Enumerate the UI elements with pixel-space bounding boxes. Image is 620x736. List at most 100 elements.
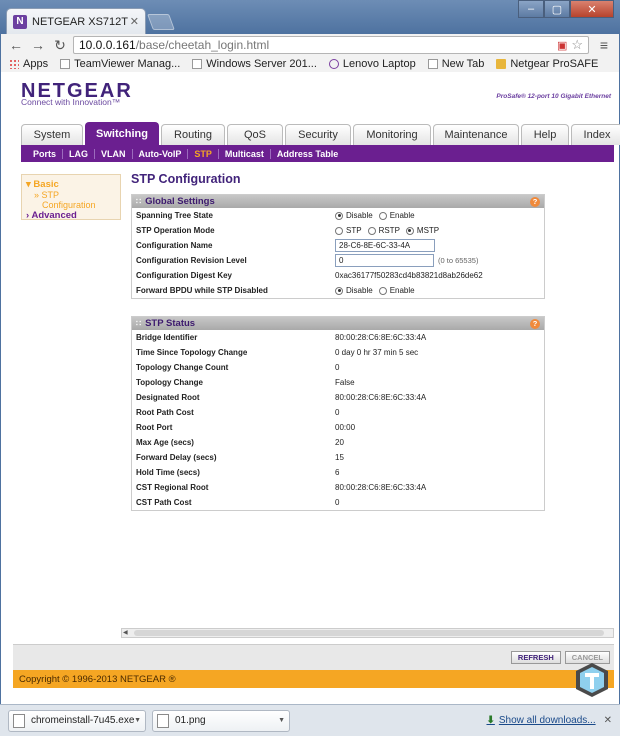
digest-key-value: 0xac36177f50283cd4b83821d8ab26de62 — [335, 271, 483, 280]
refresh-button[interactable]: REFRESH — [510, 651, 561, 664]
tab-maintenance[interactable]: Maintenance — [433, 124, 519, 145]
downloads-shelf: chromeinstall-7u45.exe ▼ 01.png ▼ ⬇ Show… — [0, 704, 620, 736]
url-host: 10.0.0.161 — [79, 38, 136, 52]
chrome-menu-icon[interactable]: ≡ — [595, 37, 613, 53]
document-icon — [60, 59, 71, 69]
status-row: Designated Root 80:00:28:C6:8E:6C:33:4A — [136, 393, 427, 402]
window-controls: – ▢ ✕ — [518, 0, 614, 18]
subnav-multicast[interactable]: Multicast — [219, 148, 271, 159]
status-row: CST Regional Root 80:00:28:C6:8E:6C:33:4A — [136, 483, 427, 492]
bookmark-netgear-prosafe[interactable]: Netgear ProSAFE — [496, 58, 598, 70]
reload-button[interactable]: ↻ — [51, 37, 69, 54]
tab-help[interactable]: Help — [521, 124, 569, 145]
config-name-row: Configuration Name 28-C6-8E-6C-33-4A — [132, 238, 544, 253]
status-row: Forward Delay (secs) 15 — [136, 453, 344, 462]
mode-mstp-radio[interactable] — [405, 226, 414, 235]
forward-bpdu-row: Forward BPDU while STP Disabled Disable … — [136, 286, 415, 295]
scroll-left-icon[interactable]: ◀ — [123, 629, 128, 636]
bookmark-teamviewer[interactable]: TeamViewer Manag... — [60, 58, 180, 70]
mode-stp-radio[interactable] — [335, 226, 343, 235]
bpdu-enable-radio[interactable] — [378, 286, 387, 295]
tab-qos[interactable]: QoS — [227, 124, 283, 145]
global-settings-header: ∷ Global Settings ? — [132, 195, 544, 208]
peace-icon — [328, 59, 339, 69]
tab-title: NETGEAR XS712T — [32, 15, 128, 28]
folder-icon — [496, 59, 507, 69]
document-icon — [427, 59, 438, 69]
forward-button[interactable]: → — [29, 37, 47, 53]
sub-navigation: Ports LAG VLAN Auto-VoIP STP Multicast A… — [21, 145, 614, 162]
action-bar: REFRESH CANCEL — [13, 644, 614, 670]
apps-icon — [9, 59, 19, 69]
status-row: Max Age (secs) 20 — [136, 438, 344, 447]
sidebar-item-basic[interactable]: ▾ Basic — [22, 179, 120, 190]
tab-routing[interactable]: Routing — [161, 124, 225, 145]
help-icon[interactable]: ? — [530, 318, 540, 329]
tab-index[interactable]: Index — [571, 124, 620, 145]
bookmark-apps[interactable]: Apps — [9, 58, 48, 70]
download-item[interactable]: chromeinstall-7u45.exe ▼ — [8, 709, 146, 732]
status-row: CST Path Cost 0 — [136, 498, 340, 507]
bpdu-disable-radio[interactable] — [335, 286, 343, 295]
config-revision-input[interactable]: 0 — [335, 254, 434, 267]
close-downloads-icon[interactable]: ✕ — [604, 715, 612, 726]
file-icon — [13, 713, 25, 728]
new-tab-button[interactable] — [147, 14, 175, 30]
tab-system[interactable]: System — [21, 124, 83, 145]
page-title: STP Configuration — [131, 172, 241, 186]
status-row: Root Path Cost 0 — [136, 408, 340, 417]
horizontal-scrollbar[interactable]: ◀ — [121, 628, 614, 638]
image-file-icon — [157, 713, 169, 728]
chevron-down-icon[interactable]: ▼ — [278, 717, 285, 724]
spanning-tree-disable-radio[interactable] — [335, 211, 343, 220]
tab-switching[interactable]: Switching — [85, 122, 159, 145]
spanning-tree-enable-radio[interactable] — [378, 211, 387, 220]
revision-hint: (0 to 65535) — [438, 256, 479, 265]
netgear-favicon-icon: N — [13, 14, 27, 29]
subnav-auto-voip[interactable]: Auto-VoIP — [133, 148, 189, 159]
sidebar-item-configuration[interactable]: Configuration — [22, 200, 120, 210]
address-bar[interactable]: 10.0.0.161/base/cheetah_login.html ▣ ☆ — [73, 36, 589, 54]
maximize-button[interactable]: ▢ — [544, 0, 570, 18]
tab-monitoring[interactable]: Monitoring — [353, 124, 431, 145]
grip-icon: ∷ — [136, 197, 142, 206]
tab-security[interactable]: Security — [285, 124, 351, 145]
subnav-stp[interactable]: STP — [188, 148, 219, 159]
sidebar-item-advanced[interactable]: › Advanced — [22, 210, 120, 221]
chevron-down-icon[interactable]: ▼ — [134, 717, 141, 724]
bookmark-star-icon[interactable]: ☆ — [571, 37, 583, 53]
status-row: Topology Change Count 0 — [136, 363, 340, 372]
subnav-vlan[interactable]: VLAN — [95, 148, 133, 159]
browser-title-bar: N NETGEAR XS712T ✕ – ▢ ✕ — [0, 0, 620, 34]
subnav-lag[interactable]: LAG — [63, 148, 96, 159]
download-item[interactable]: 01.png ▼ — [152, 709, 290, 732]
bookmarks-bar: Apps TeamViewer Manag... Windows Server … — [0, 56, 620, 72]
bookmark-lenovo-laptop[interactable]: Lenovo Laptop — [328, 58, 416, 70]
status-row: Bridge Identifier 80:00:28:C6:8E:6C:33:4A — [136, 333, 427, 342]
config-revision-row: Configuration Revision Level 0 (0 to 6553… — [136, 254, 479, 267]
scrollbar-thumb[interactable] — [134, 630, 604, 636]
status-row: Time Since Topology Change 0 day 0 hr 37 … — [136, 348, 419, 357]
tab-close-icon[interactable]: ✕ — [130, 15, 139, 28]
document-icon — [192, 59, 203, 69]
stp-status-header: ∷ STP Status ? — [132, 317, 544, 330]
mode-rstp-radio[interactable] — [367, 226, 376, 235]
subnav-address-table[interactable]: Address Table — [271, 149, 344, 159]
tweaktown-logo-icon — [576, 663, 608, 697]
back-button[interactable]: ← — [7, 37, 25, 53]
show-all-downloads-link[interactable]: ⬇ Show all downloads... — [486, 715, 595, 726]
sidebar-item-stp[interactable]: » STP — [22, 190, 120, 200]
subnav-ports[interactable]: Ports — [27, 148, 64, 159]
global-settings-panel: ∷ Global Settings ? Spanning Tree State … — [131, 194, 545, 299]
url-path: /base/cheetah_login.html — [135, 38, 270, 52]
minimize-button[interactable]: – — [518, 0, 544, 18]
help-icon[interactable]: ? — [530, 196, 540, 207]
window-close-button[interactable]: ✕ — [570, 0, 614, 18]
blocked-content-icon[interactable]: ▣ — [557, 39, 567, 52]
bookmark-windows-server[interactable]: Windows Server 201... — [192, 58, 317, 70]
browser-tab[interactable]: N NETGEAR XS712T ✕ — [6, 8, 146, 34]
config-name-input[interactable]: 28-C6-8E-6C-33-4A — [335, 239, 435, 252]
browser-toolbar: ← → ↻ 10.0.0.161/base/cheetah_login.html… — [0, 34, 620, 56]
status-row: Hold Time (secs) 6 — [136, 468, 340, 477]
bookmark-new-tab[interactable]: New Tab — [427, 58, 484, 70]
